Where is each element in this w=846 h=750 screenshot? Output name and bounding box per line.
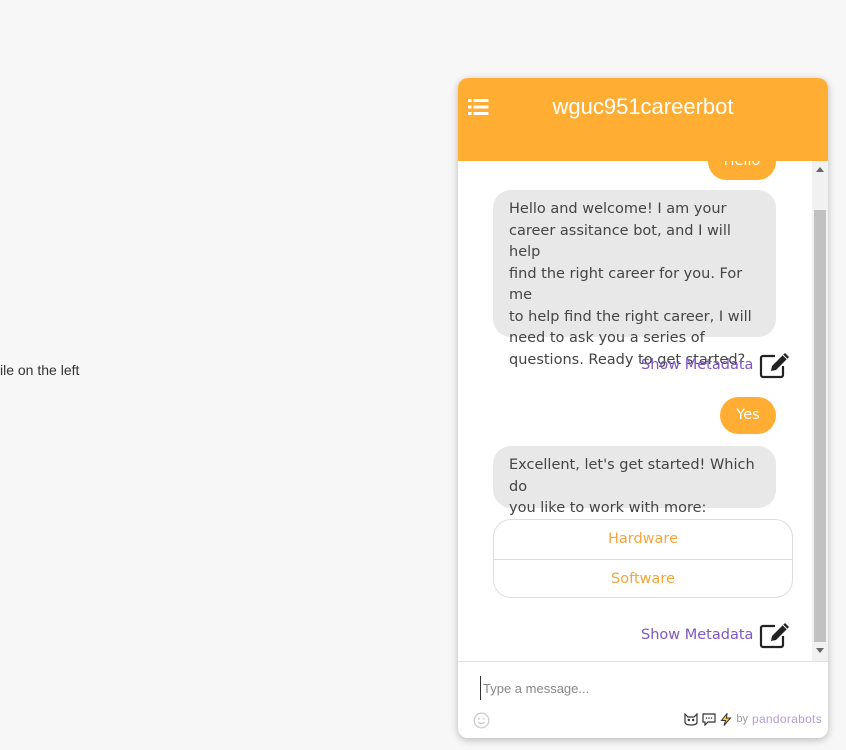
message-line: to help find the right career, I will [509,308,752,325]
show-metadata-button[interactable]: Show Metadata [641,351,791,379]
bot-message-welcome: Hello and welcome! I am your career assi… [493,190,776,368]
choice-hardware-button[interactable]: Hardware [494,520,792,559]
message-line: need to ask you a series of [509,330,705,346]
robot-icon [684,712,698,726]
message-line: you like to work with more: [509,500,707,516]
show-metadata-label: Show Metadata [641,627,754,643]
bot-message-question: Excellent, let's get started! Which do y… [493,446,776,516]
edit-icon [760,623,790,649]
user-message-hello: Hello [708,161,776,180]
scroll-thumb[interactable] [814,210,826,642]
choice-software-button[interactable]: Software [494,559,792,597]
branding-name: pandorabots [751,712,822,726]
chat-bubble-icon [702,712,716,726]
branding-by-text: by [736,713,748,725]
quick-reply-choices: Hardware Software [493,519,793,598]
edit-icon [760,353,790,379]
lightning-icon [720,712,732,726]
show-metadata-button[interactable]: Show Metadata [641,621,791,649]
message-list: Hello Hello and welcome! I am your caree… [458,161,812,738]
show-metadata-label: Show Metadata [641,357,754,373]
scroll-up-arrow-icon[interactable] [816,167,824,172]
chat-title: wguc951careerbot [552,94,734,119]
background-text: ile on the left [0,362,80,378]
message-line: Excellent, let's get started! Which do [509,457,755,495]
powered-by-branding[interactable]: by pandorabots [684,712,822,726]
message-input[interactable] [480,676,785,700]
message-line: find the right career for you. For me [509,265,743,304]
message-line: Hello and welcome! I am your [509,201,727,217]
smiley-icon[interactable] [473,712,490,729]
message-composer: by pandorabots [458,661,828,738]
chat-widget: wguc951careerbot Hello Hello and welcome… [458,78,828,738]
user-message-yes: Yes [720,397,776,434]
message-line: career assitance bot, and I will help [509,222,731,261]
chat-header: wguc951careerbot [458,78,828,161]
scroll-down-arrow-icon[interactable] [816,648,824,653]
message-scrollbar[interactable] [812,161,828,661]
